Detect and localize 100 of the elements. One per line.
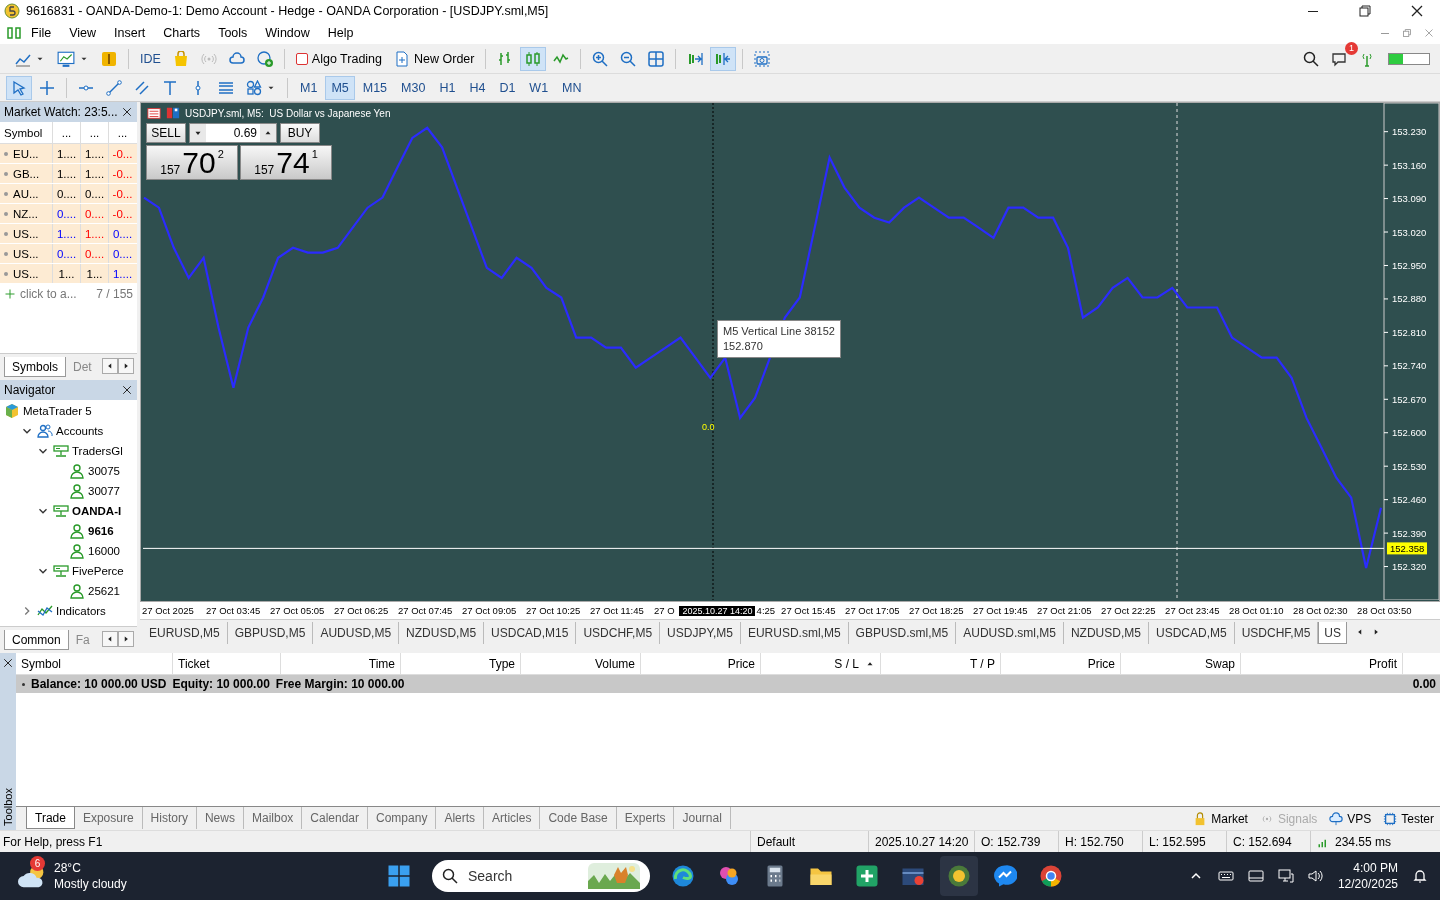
column-header[interactable]: Volume: [521, 653, 641, 674]
scroll-left-button[interactable]: [102, 631, 118, 647]
notification-icon[interactable]: [1412, 868, 1428, 884]
chart-tab[interactable]: USDCAD,M5: [1148, 622, 1235, 644]
tree-item[interactable]: TradersGl: [72, 445, 123, 457]
panel-tab[interactable]: Symbols: [4, 357, 66, 377]
toolbox-tab[interactable]: Exposure: [74, 807, 143, 829]
volume-spinner[interactable]: 0.69: [189, 123, 277, 143]
column-header[interactable]: Symbol: [16, 653, 173, 674]
ide-button[interactable]: IDE: [135, 46, 166, 71]
timeframe-button[interactable]: M1: [294, 75, 324, 100]
tree-item[interactable]: 16000: [88, 545, 120, 557]
column-header[interactable]: ...: [80, 122, 108, 143]
toolbox-tab[interactable]: News: [196, 807, 244, 829]
scroll-right-button[interactable]: [118, 631, 134, 647]
tree-item[interactable]: 9616: [88, 525, 114, 537]
menu-item[interactable]: Help: [318, 26, 363, 40]
service-button[interactable]: VPS: [1323, 811, 1378, 826]
close-icon[interactable]: [2, 657, 14, 669]
timeframe-button[interactable]: M30: [395, 75, 432, 100]
toolbox-tab[interactable]: Mailbox: [243, 807, 303, 829]
speaker-icon[interactable]: [1307, 868, 1324, 884]
chart-tab[interactable]: USDJPY,M5: [660, 622, 741, 644]
column-header[interactable]: Price: [641, 653, 761, 674]
timeframe-button[interactable]: M15: [356, 75, 394, 100]
y-tick-label: 153.160: [1392, 159, 1427, 171]
tree-item[interactable]: MetaTrader 5: [23, 405, 92, 417]
menu-item[interactable]: Charts: [154, 26, 210, 40]
chart-tab[interactable]: EURUSD,M5: [142, 622, 228, 644]
new-order-button[interactable]: New Order: [389, 46, 480, 71]
column-header[interactable]: ...: [52, 122, 80, 143]
chart-tab[interactable]: NZDUSD,M5: [1063, 622, 1149, 644]
chart-tab[interactable]: GBPUSD.sml,M5: [848, 622, 957, 644]
keyboard-icon[interactable]: [1217, 868, 1234, 884]
column-header[interactable]: T / P: [881, 653, 1001, 674]
column-header[interactable]: Ticket: [173, 653, 281, 674]
chart-tab[interactable]: EURUSD.sml,M5: [740, 622, 849, 644]
chart-tab[interactable]: US: [1318, 622, 1347, 644]
tree-item[interactable]: Indicators: [56, 605, 106, 617]
column-header[interactable]: Profit: [1241, 653, 1403, 674]
column-header[interactable]: Type: [401, 653, 521, 674]
menu-item[interactable]: Window: [256, 26, 319, 40]
toolbox-tab[interactable]: History: [142, 807, 197, 829]
toolbar-button[interactable]: [710, 46, 737, 71]
search-box[interactable]: Search: [432, 860, 650, 892]
column-header[interactable]: S / L: [761, 653, 881, 674]
toolbox-tab[interactable]: Articles: [484, 807, 541, 829]
network-icon[interactable]: [1277, 868, 1294, 884]
menu-item[interactable]: View: [60, 26, 106, 40]
sell-button[interactable]: SELL: [146, 123, 186, 143]
cursor-button[interactable]: [6, 75, 32, 100]
scroll-left-button[interactable]: [102, 358, 118, 374]
column-header[interactable]: Price: [1001, 653, 1121, 674]
column-header[interactable]: Symbol: [0, 126, 52, 139]
menu-item[interactable]: Tools: [209, 26, 257, 40]
taskbar-app[interactable]: [940, 856, 978, 896]
algo-trading-button[interactable]: Algo Trading: [290, 46, 388, 71]
toolbox-tab[interactable]: Alerts: [436, 807, 485, 829]
y-tick-label: 152.460: [1392, 494, 1427, 506]
decrease-button[interactable]: [190, 124, 206, 142]
timeframe-button[interactable]: W1: [523, 75, 555, 100]
timeframe-button[interactable]: H1: [433, 75, 462, 100]
y-tick-label: 153.230: [1392, 126, 1427, 138]
toolbox-tab[interactable]: Trade: [26, 807, 75, 829]
tree-item[interactable]: Accounts: [56, 425, 104, 437]
timeframe-button[interactable]: MN: [556, 75, 588, 100]
menu-item[interactable]: Insert: [105, 26, 155, 40]
scroll-right-button[interactable]: [118, 358, 134, 374]
toolbox-tab[interactable]: Calendar: [302, 807, 369, 829]
menu-item[interactable]: File: [22, 26, 61, 40]
chart-tab[interactable]: NZDUSD,M5: [399, 622, 485, 644]
tree-item[interactable]: OANDA-I: [72, 505, 122, 517]
column-header[interactable]: Time: [281, 653, 401, 674]
chart-tab[interactable]: AUDUSD,M5: [313, 622, 400, 644]
notification-badge: 6: [30, 856, 45, 871]
toolbox-tab[interactable]: Company: [368, 807, 437, 829]
tablet-icon[interactable]: [1247, 868, 1264, 884]
timeframe-button[interactable]: H4: [463, 75, 492, 100]
tree-item[interactable]: 30075: [88, 465, 120, 477]
toolbox-tab[interactable]: Code Base: [540, 807, 617, 829]
buy-button[interactable]: BUY: [280, 123, 320, 143]
chart-tab[interactable]: GBPUSD,M5: [227, 622, 314, 644]
column-header[interactable]: ...: [108, 122, 136, 143]
service-button[interactable]: Tester: [1377, 811, 1440, 826]
column-header[interactable]: Swap: [1121, 653, 1241, 674]
timeframe-button[interactable]: D1: [493, 75, 522, 100]
chart-tab[interactable]: USDCHF,M5: [576, 622, 661, 644]
chart-tab[interactable]: AUDUSD.sml,M5: [956, 622, 1064, 644]
toolbox-tab[interactable]: Journal: [674, 807, 731, 829]
timeframe-button[interactable]: M5: [325, 75, 355, 100]
chart-tab[interactable]: USDCAD,M15: [484, 622, 577, 644]
service-button[interactable]: Market: [1187, 811, 1254, 826]
add-symbol-hint[interactable]: click to a...: [20, 287, 77, 301]
tree-item[interactable]: 30077: [88, 485, 120, 497]
tree-item[interactable]: 25621: [88, 585, 120, 597]
tree-item[interactable]: FivePerce: [72, 565, 124, 577]
panel-tab[interactable]: Common: [4, 630, 69, 650]
toolbox-tab[interactable]: Experts: [616, 807, 675, 829]
clock[interactable]: 4:00 PM 12/20/2025: [1337, 860, 1398, 892]
toolbar-button[interactable]: [520, 46, 547, 71]
